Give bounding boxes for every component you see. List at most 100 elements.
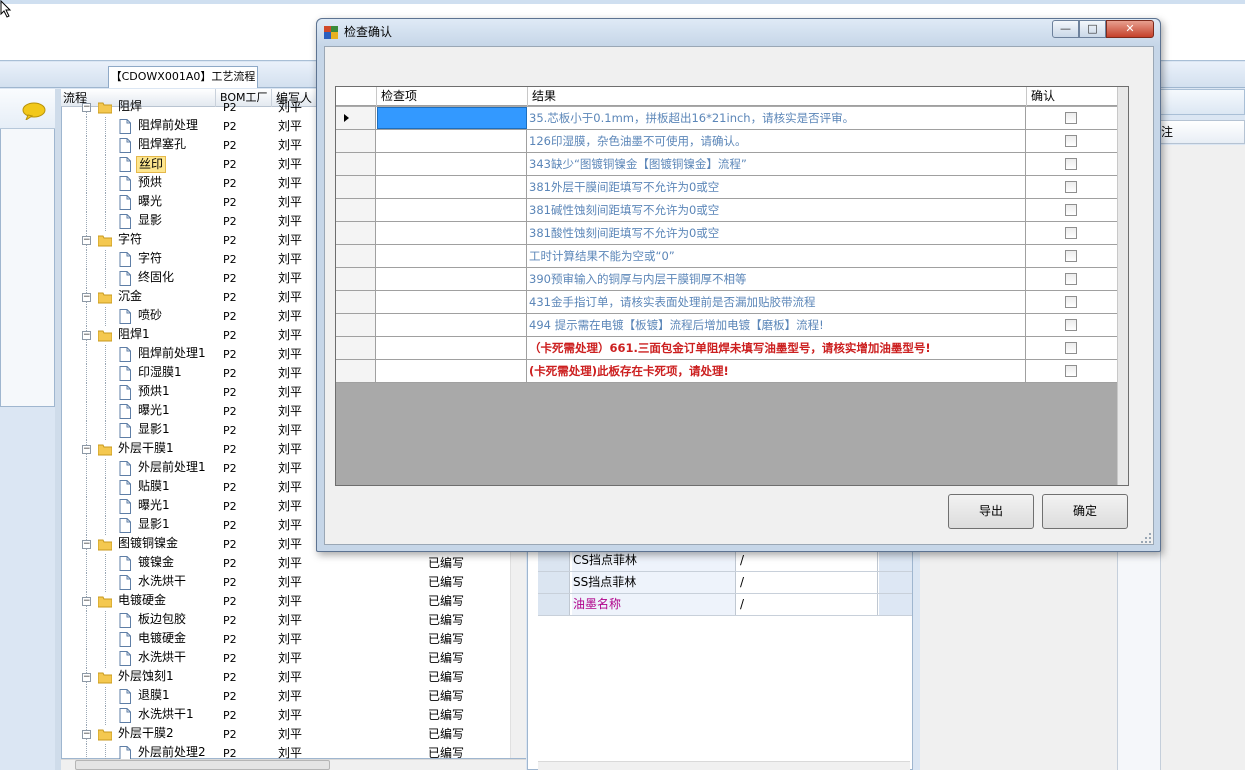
close-button[interactable]: ✕ <box>1106 20 1154 38</box>
tree-collapse-toggle[interactable]: − <box>82 445 91 454</box>
tree-group-row[interactable]: − 外层蚀刻1 P2 刘平 已编写 <box>61 668 521 687</box>
tree-collapse-toggle[interactable]: − <box>82 236 91 245</box>
check-row[interactable]: 工时计算结果不能为空或“0” <box>336 245 1117 268</box>
tree-collapse-toggle[interactable]: − <box>82 540 91 549</box>
check-item-cell[interactable] <box>377 176 527 198</box>
tree-group-row[interactable]: − 外层干膜2 P2 刘平 已编写 <box>61 725 521 744</box>
check-row[interactable]: 381酸性蚀刻间距填写不允许为0或空 <box>336 222 1117 245</box>
row-header[interactable] <box>336 360 376 382</box>
confirm-cell[interactable] <box>1027 360 1117 382</box>
row-header[interactable] <box>336 245 376 267</box>
check-item-cell[interactable] <box>377 268 527 290</box>
check-result-cell[interactable]: 381碱性蚀刻间距填写不允许为0或空 <box>528 199 1026 221</box>
tree-step-row[interactable]: 水洗烘干 P2 刘平 已编写 <box>61 573 521 592</box>
check-item-cell[interactable] <box>377 337 527 359</box>
check-result-cell[interactable]: 工时计算结果不能为空或“0” <box>528 245 1026 267</box>
tree-step-row[interactable]: 水洗烘干 P2 刘平 已编写 <box>61 649 521 668</box>
confirm-cell[interactable] <box>1027 153 1117 175</box>
confirm-checkbox[interactable] <box>1065 342 1077 354</box>
confirm-checkbox[interactable] <box>1065 296 1077 308</box>
check-result-cell[interactable]: 431金手指订单，请核实表面处理前是否漏加贴胶带流程 <box>528 291 1026 313</box>
check-item-cell[interactable] <box>377 245 527 267</box>
check-row[interactable]: 343缺少“图镀铜镍金【图镀铜镍金】流程” <box>336 153 1117 176</box>
check-result-cell[interactable]: 494 提示需在电镀【板镀】流程后增加电镀【磨板】流程! <box>528 314 1026 336</box>
param-row-header[interactable] <box>538 594 570 615</box>
row-header[interactable] <box>336 291 376 313</box>
check-result-cell[interactable]: 390预审输入的铜厚与内层干膜铜厚不相等 <box>528 268 1026 290</box>
confirm-cell[interactable] <box>1027 268 1117 290</box>
confirm-cell[interactable] <box>1027 107 1117 129</box>
row-header[interactable] <box>336 176 376 198</box>
row-header[interactable] <box>336 107 376 129</box>
param-row-header[interactable] <box>538 550 570 571</box>
check-result-cell[interactable]: 381外层干膜间距填写不允许为0或空 <box>528 176 1026 198</box>
check-item-cell[interactable] <box>377 291 527 313</box>
grid-col-result[interactable]: 结果 <box>528 87 1027 106</box>
check-result-cell[interactable]: 381酸性蚀刻间距填写不允许为0或空 <box>528 222 1026 244</box>
check-row[interactable]: 381外层干膜间距填写不允许为0或空 <box>336 176 1117 199</box>
param-value[interactable]: / <box>738 572 878 593</box>
param-horizontal-scrollbar[interactable] <box>538 761 910 770</box>
confirm-checkbox[interactable] <box>1065 250 1077 262</box>
confirm-checkbox[interactable] <box>1065 135 1077 147</box>
check-result-cell[interactable]: （卡死需处理）661.三面包金订单阻焊未填写油墨型号，请核实增加油墨型号! <box>528 337 1026 359</box>
tree-collapse-toggle[interactable]: − <box>82 331 91 340</box>
row-header[interactable] <box>336 314 376 336</box>
tree-collapse-toggle[interactable]: − <box>82 673 91 682</box>
check-result-cell[interactable]: 343缺少“图镀铜镍金【图镀铜镍金】流程” <box>528 153 1026 175</box>
confirm-cell[interactable] <box>1027 245 1117 267</box>
ok-button[interactable]: 确定 <box>1042 494 1128 529</box>
row-header[interactable] <box>336 199 376 221</box>
check-row[interactable]: 381碱性蚀刻间距填写不允许为0或空 <box>336 199 1117 222</box>
check-row[interactable]: 390预审输入的铜厚与内层干膜铜厚不相等 <box>336 268 1117 291</box>
confirm-cell[interactable] <box>1027 222 1117 244</box>
confirm-cell[interactable] <box>1027 176 1117 198</box>
check-row[interactable]: （卡死需处理）661.三面包金订单阻焊未填写油墨型号，请核实增加油墨型号! <box>336 337 1117 360</box>
row-header[interactable] <box>336 268 376 290</box>
chat-bubble-icon[interactable] <box>22 102 46 120</box>
confirm-cell[interactable] <box>1027 199 1117 221</box>
check-item-cell[interactable] <box>377 314 527 336</box>
minimize-button[interactable]: — <box>1052 20 1079 38</box>
check-row[interactable]: 431金手指订单，请核实表面处理前是否漏加贴胶带流程 <box>336 291 1117 314</box>
check-result-cell[interactable]: (卡死需处理)此板存在卡死项，请处理! <box>528 360 1026 382</box>
param-row[interactable]: 油墨名称 / <box>538 594 912 616</box>
confirm-cell[interactable] <box>1027 314 1117 336</box>
check-item-cell[interactable] <box>377 153 527 175</box>
tree-step-row[interactable]: 板边包胶 P2 刘平 已编写 <box>61 611 521 630</box>
param-row[interactable]: SS挡点菲林 / <box>538 572 912 594</box>
tree-collapse-toggle[interactable]: − <box>82 103 91 112</box>
tree-step-row[interactable]: 镀镍金 P2 刘平 已编写 <box>61 554 521 573</box>
confirm-cell[interactable] <box>1027 337 1117 359</box>
check-row[interactable]: (卡死需处理)此板存在卡死项，请处理! <box>336 360 1117 383</box>
row-header[interactable] <box>336 130 376 152</box>
grid-col-item[interactable]: 检查项 <box>377 87 528 106</box>
confirm-checkbox[interactable] <box>1065 227 1077 239</box>
confirm-checkbox[interactable] <box>1065 158 1077 170</box>
confirm-checkbox[interactable] <box>1065 181 1077 193</box>
resize-grip-icon[interactable] <box>1140 532 1152 544</box>
check-row[interactable]: 494 提示需在电镀【板镀】流程后增加电镀【磨板】流程! <box>336 314 1117 337</box>
check-row[interactable]: 126印湿膜，杂色油墨不可使用，请确认。 <box>336 130 1117 153</box>
param-row[interactable]: CS挡点菲林 / <box>538 550 912 572</box>
check-item-cell[interactable] <box>377 199 527 221</box>
row-header[interactable] <box>336 222 376 244</box>
confirm-cell[interactable] <box>1027 291 1117 313</box>
right-panel-col-header[interactable]: 注 <box>1160 120 1245 144</box>
confirm-checkbox[interactable] <box>1065 204 1077 216</box>
check-row[interactable]: 35.芯板小于0.1mm，拼板超出16*21inch，请核实是否评审。 <box>336 107 1117 130</box>
confirm-cell[interactable] <box>1027 130 1117 152</box>
grid-vertical-scrollbar[interactable] <box>1117 87 1128 485</box>
check-item-cell[interactable] <box>377 222 527 244</box>
tab-process-flow[interactable]: 【CDOWX001A0】工艺流程 <box>108 66 258 88</box>
check-result-cell[interactable]: 35.芯板小于0.1mm，拼板超出16*21inch，请核实是否评审。 <box>528 107 1026 129</box>
tree-step-row[interactable]: 退膜1 P2 刘平 已编写 <box>61 687 521 706</box>
confirm-checkbox[interactable] <box>1065 112 1077 124</box>
tree-collapse-toggle[interactable]: − <box>82 730 91 739</box>
confirm-checkbox[interactable] <box>1065 273 1077 285</box>
row-header[interactable] <box>336 153 376 175</box>
tree-group-row[interactable]: − 电镀硬金 P2 刘平 已编写 <box>61 592 521 611</box>
check-item-cell[interactable] <box>377 130 527 152</box>
row-header[interactable] <box>336 337 376 359</box>
tree-collapse-toggle[interactable]: − <box>82 597 91 606</box>
